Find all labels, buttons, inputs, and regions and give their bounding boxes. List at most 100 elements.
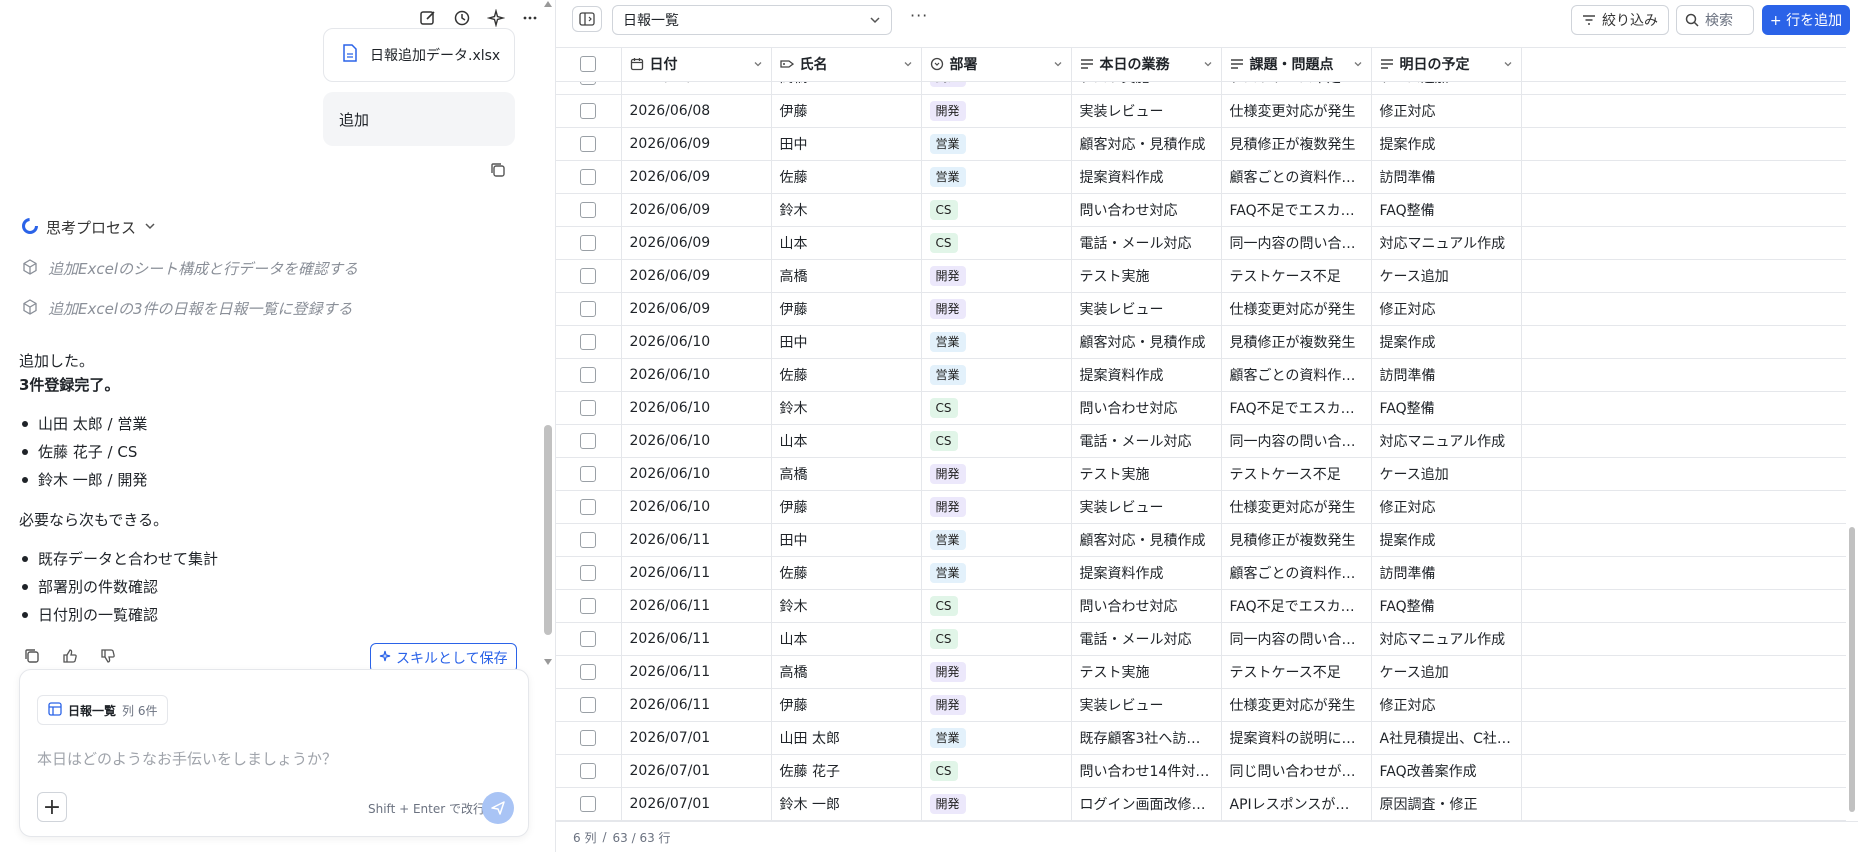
view-select[interactable]: 日報一覧 [612,5,892,35]
row-checkbox[interactable] [580,300,597,317]
cell-name[interactable]: 佐藤 [771,160,922,194]
cell-todays-work[interactable]: 実装レビュー [1071,292,1222,326]
cell-date[interactable]: 2026/06/11 [621,556,772,590]
cell-department[interactable]: 開発 [921,94,1072,128]
thought-process-toggle[interactable]: 思考プロセス [22,217,156,238]
row-checkbox[interactable] [580,366,597,383]
cell-issues[interactable]: FAQ不足でエスカ… [1221,193,1372,227]
row-checkbox[interactable] [580,531,597,548]
row-checkbox[interactable] [580,564,597,581]
cell-department[interactable]: CS [921,589,1072,623]
cell-tomorrow-plan[interactable]: 修正対応 [1371,490,1522,524]
cell-name[interactable]: 鈴木 一郎 [771,787,922,821]
cell-tomorrow-plan[interactable]: 訪問準備 [1371,358,1522,392]
row-checkbox[interactable] [580,795,597,812]
chevron-down-icon[interactable] [1053,59,1063,69]
cell-tomorrow-plan[interactable]: 対応マニュアル作成 [1371,622,1522,656]
sidebar-toggle-button[interactable] [572,6,602,32]
cell-issues[interactable]: FAQ不足でエスカ… [1221,391,1372,425]
cell-department[interactable]: 営業 [921,556,1072,590]
cell-tomorrow-plan[interactable]: 提案作成 [1371,325,1522,359]
cell-date[interactable]: 2026/06/10 [621,457,772,491]
cell-issues[interactable]: 見積修正が複数発生 [1221,127,1372,161]
table-row[interactable]: 2026/06/10 鈴木 CS 問い合わせ対応 FAQ不足でエスカ… FAQ整備 [556,391,1846,425]
cell-department[interactable]: 開発 [921,457,1072,491]
cell-department[interactable]: 営業 [921,523,1072,557]
cell-name[interactable]: 高橋 [771,457,922,491]
cell-issues[interactable]: 見積修正が複数発生 [1221,325,1372,359]
cell-name[interactable]: 田中 [771,325,922,359]
cell-department[interactable]: CS [921,193,1072,227]
cell-date[interactable]: 2026/06/11 [621,622,772,656]
cell-department[interactable]: CS [921,424,1072,458]
cell-name[interactable]: 田中 [771,127,922,161]
cell-issues[interactable]: 顧客ごとの資料作… [1221,358,1372,392]
cell-todays-work[interactable]: 問い合わせ対応 [1071,391,1222,425]
cell-todays-work[interactable]: 電話・メール対応 [1071,226,1222,260]
attached-file-card[interactable]: 日報追加データ.xlsx [323,28,515,82]
chevron-down-icon[interactable] [1353,59,1363,69]
table-row[interactable]: 2026/06/09 田中 営業 顧客対応・見積作成 見積修正が複数発生 提案作成 [556,127,1846,161]
cell-tomorrow-plan[interactable]: FAQ改善案作成 [1371,754,1522,788]
cell-todays-work[interactable]: 実装レビュー [1071,688,1222,722]
cell-department[interactable]: CS [921,622,1072,656]
scroll-up-arrow-icon[interactable] [543,0,553,8]
context-chip[interactable]: 日報一覧 列 6件 [37,695,169,725]
cell-tomorrow-plan[interactable]: 修正対応 [1371,688,1522,722]
row-checkbox[interactable] [580,201,597,218]
cell-tomorrow-plan[interactable]: 訪問準備 [1371,160,1522,194]
cell-todays-work[interactable]: 既存顧客3社へ訪… [1071,721,1222,755]
cell-name[interactable]: 山本 [771,226,922,260]
cell-department[interactable]: 開発 [921,259,1072,293]
row-checkbox[interactable] [580,135,597,152]
cell-tomorrow-plan[interactable]: A社見積提出、C社… [1371,721,1522,755]
scroll-down-arrow-icon[interactable] [543,658,553,666]
table-row[interactable]: 2026/06/10 山本 CS 電話・メール対応 同一内容の問い合… 対応マニュアル作成 [556,424,1846,458]
cell-issues[interactable]: テストケース不足 [1221,259,1372,293]
table-scrollbar[interactable] [1846,47,1858,821]
table-row[interactable]: 2026/06/09 鈴木 CS 問い合わせ対応 FAQ不足でエスカ… FAQ整備 [556,193,1846,227]
row-checkbox[interactable] [580,729,597,746]
cell-issues[interactable]: 見積修正が複数発生 [1221,523,1372,557]
cell-name[interactable]: 高橋 [771,259,922,293]
cell-todays-work[interactable]: 問い合わせ14件対… [1071,754,1222,788]
cell-issues[interactable]: 同一内容の問い合… [1221,226,1372,260]
cell-name[interactable]: 高橋 [771,655,922,689]
cell-date[interactable]: 2026/06/10 [621,358,772,392]
cell-date[interactable]: 2026/06/10 [621,424,772,458]
cell-issues[interactable]: 仕様変更対応が発生 [1221,688,1372,722]
cell-todays-work[interactable]: テスト実施 [1071,259,1222,293]
cell-issues[interactable]: FAQ不足でエスカ… [1221,589,1372,623]
column-header-todays-work[interactable]: 本日の業務 [1071,48,1222,82]
thumbs-down-icon[interactable] [100,648,116,668]
sparkle-icon[interactable] [484,6,508,30]
cell-todays-work[interactable]: 問い合わせ対応 [1071,193,1222,227]
table-row[interactable]: 2026/06/10 田中 営業 顧客対応・見積作成 見積修正が複数発生 提案作成 [556,325,1846,359]
cell-tomorrow-plan[interactable]: ケース追加 [1371,457,1522,491]
cell-todays-work[interactable]: 電話・メール対応 [1071,622,1222,656]
column-header-issues[interactable]: 課題・問題点 [1221,48,1372,82]
cell-department[interactable]: 開発 [921,292,1072,326]
cell-department[interactable]: 開発 [921,490,1072,524]
cell-tomorrow-plan[interactable]: 訪問準備 [1371,556,1522,590]
select-all-checkbox[interactable] [580,56,597,73]
cell-todays-work[interactable]: 提案資料作成 [1071,556,1222,590]
cell-todays-work[interactable]: 提案資料作成 [1071,358,1222,392]
cell-name[interactable]: 伊藤 [771,292,922,326]
cell-issues[interactable]: 顧客ごとの資料作… [1221,160,1372,194]
row-checkbox[interactable] [580,168,597,185]
cell-todays-work[interactable]: 電話・メール対応 [1071,424,1222,458]
cell-tomorrow-plan[interactable]: FAQ整備 [1371,391,1522,425]
cell-date[interactable]: 2026/07/01 [621,721,772,755]
cell-department[interactable]: 開発 [921,688,1072,722]
cell-date[interactable]: 2026/06/09 [621,292,772,326]
copy-icon[interactable] [24,648,40,668]
cell-department[interactable]: CS [921,391,1072,425]
cell-issues[interactable]: 顧客ごとの資料作… [1221,556,1372,590]
table-row[interactable]: 2026/06/11 鈴木 CS 問い合わせ対応 FAQ不足でエスカ… FAQ整備 [556,589,1846,623]
cell-department[interactable]: 営業 [921,358,1072,392]
cell-issues[interactable]: 同一内容の問い合… [1221,424,1372,458]
column-header-department[interactable]: 部署 [921,48,1072,82]
cell-date[interactable]: 2026/06/09 [621,226,772,260]
row-checkbox[interactable] [580,630,597,647]
